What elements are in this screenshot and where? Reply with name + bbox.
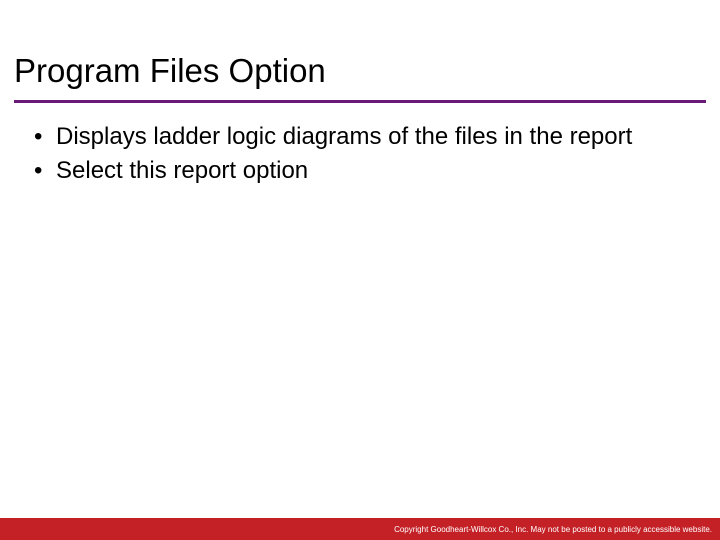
slide-title: Program Files Option	[14, 52, 326, 90]
bullet-list: Displays ladder logic diagrams of the fi…	[32, 122, 690, 186]
footer-text: Copyright Goodheart-Willcox Co., Inc. Ma…	[394, 525, 712, 534]
list-item: Select this report option	[32, 156, 690, 186]
footer-bar: Copyright Goodheart-Willcox Co., Inc. Ma…	[0, 518, 720, 540]
title-underline	[14, 100, 706, 103]
slide: Program Files Option Displays ladder log…	[0, 0, 720, 540]
slide-body: Displays ladder logic diagrams of the fi…	[32, 122, 690, 190]
list-item: Displays ladder logic diagrams of the fi…	[32, 122, 690, 152]
